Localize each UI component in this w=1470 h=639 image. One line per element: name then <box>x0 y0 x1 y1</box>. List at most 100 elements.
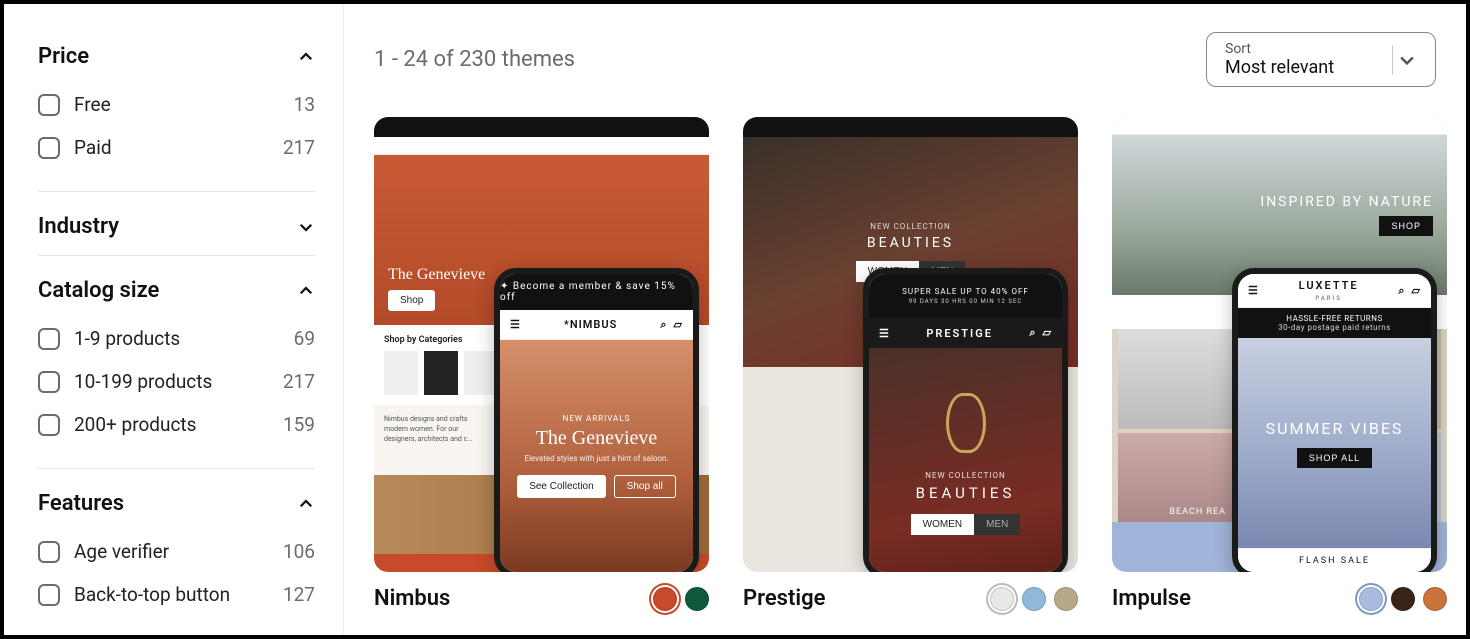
filter-toggle-features[interactable]: Features <box>38 481 315 526</box>
hamburger-icon: ☰ <box>1248 284 1259 297</box>
filter-group-catalog: Catalog size 1-9 products 69 10-199 prod… <box>38 268 315 469</box>
theme-name: Prestige <box>743 586 825 611</box>
mobile-promo-sub: 30-day postage paid returns <box>1278 323 1391 332</box>
mobile-cta-primary: SHOP ALL <box>1297 448 1372 468</box>
option-label: Age verifier <box>74 540 169 563</box>
mobile-preview: ☰ LUXETTE PARIS ⌕ ▱ HASSLE-FREE RETU <box>1232 268 1437 572</box>
color-swatch[interactable] <box>1022 587 1046 611</box>
filter-group-industry: Industry <box>38 204 315 256</box>
desktop-cta: Shop <box>388 290 435 311</box>
chevron-up-icon <box>297 495 315 513</box>
theme-card-nimbus[interactable]: The Genevieve Shop Shop by Categories <box>374 117 709 611</box>
divider <box>38 255 315 256</box>
filter-option-catalog-large[interactable]: 200+ products 159 <box>38 403 315 446</box>
bag-icon: ▱ <box>1412 284 1421 298</box>
option-count: 127 <box>283 583 315 606</box>
hamburger-icon: ☰ <box>510 318 521 331</box>
mobile-cta-primary: WOMEN <box>911 514 974 535</box>
mobile-preview: ✦ Become a member & save 15% off ☰ *NIMB… <box>494 268 699 572</box>
mobile-promo-bar: HASSLE-FREE RETURNS <box>1286 314 1382 323</box>
checkbox[interactable] <box>38 584 60 606</box>
chevron-down-icon <box>297 218 315 236</box>
hamburger-icon: ☰ <box>879 327 890 340</box>
checkbox[interactable] <box>38 137 60 159</box>
hero-title: SUMMER VIBES <box>1266 419 1404 438</box>
chevron-up-icon <box>297 48 315 66</box>
theme-card-impulse[interactable]: INSPIRED BY NATURE SHOP FLASH SALE get 3… <box>1112 117 1447 611</box>
filter-title: Catalog size <box>38 278 159 303</box>
color-swatch[interactable] <box>1391 587 1415 611</box>
color-swatch[interactable] <box>1359 587 1383 611</box>
mobile-countdown: 99 DAYS 30 HRS 00 MIN 12 SEC <box>909 298 1023 305</box>
color-swatch[interactable] <box>653 587 677 611</box>
desktop-hero-tag: NEW COLLECTION <box>870 222 950 231</box>
theme-preview: The Genevieve Shop Shop by Categories <box>374 117 709 572</box>
checkbox[interactable] <box>38 94 60 116</box>
option-count: 106 <box>283 540 315 563</box>
brand-subtitle: PARIS <box>1315 295 1342 302</box>
filter-title: Price <box>38 44 89 69</box>
filter-group-price: Price Free 13 Paid 217 <box>38 34 315 192</box>
brand-logo: *NIMBUS <box>564 318 617 331</box>
option-count: 13 <box>294 93 315 116</box>
filter-toggle-industry[interactable]: Industry <box>38 204 315 249</box>
option-label: Free <box>74 93 111 116</box>
search-icon: ⌕ <box>1398 284 1405 298</box>
bag-icon: ▱ <box>1043 326 1052 340</box>
filter-title: Industry <box>38 214 119 239</box>
desktop-hero-title: BEAUTIES <box>867 235 954 251</box>
filter-option-back-to-top[interactable]: Back-to-top button 127 <box>38 573 315 616</box>
option-count: 159 <box>283 413 315 436</box>
desktop-hero-title: INSPIRED BY NATURE <box>1260 194 1433 211</box>
checkbox[interactable] <box>38 371 60 393</box>
hero-subtitle: Elevated styles with just a hint of salo… <box>524 454 668 463</box>
color-swatches <box>1359 587 1447 611</box>
option-label: 1-9 products <box>74 327 180 350</box>
filter-option-free[interactable]: Free 13 <box>38 83 315 126</box>
filter-option-catalog-small[interactable]: 1-9 products 69 <box>38 317 315 360</box>
hero-tag: NEW ARRIVALS <box>563 414 631 423</box>
checkbox[interactable] <box>38 328 60 350</box>
chevron-down-icon <box>1397 50 1417 70</box>
color-swatches <box>653 587 709 611</box>
option-count: 217 <box>283 136 315 159</box>
theme-card-prestige[interactable]: NEW COLLECTION BEAUTIES WOMEN MEN <box>743 117 1078 611</box>
filter-option-paid[interactable]: Paid 217 <box>38 126 315 169</box>
mobile-footer-strip: FLASH SALE <box>1238 548 1431 572</box>
sort-dropdown[interactable]: Sort Most relevant <box>1206 32 1436 87</box>
color-swatch[interactable] <box>1423 587 1447 611</box>
brand-logo: LUXETTE <box>1299 279 1359 292</box>
mobile-promo-bar: ✦ Become a member & save 15% off <box>500 274 693 310</box>
sort-label: Sort <box>1225 41 1334 57</box>
filter-option-age-verifier[interactable]: Age verifier 106 <box>38 530 315 573</box>
filter-group-features: Features Age verifier 106 Back-to-top bu… <box>38 481 315 632</box>
color-swatches <box>990 587 1078 611</box>
option-label: 10-199 products <box>74 370 212 393</box>
color-swatch[interactable] <box>990 587 1014 611</box>
desktop-cta: SHOP <box>1379 216 1433 236</box>
option-count: 69 <box>294 327 315 350</box>
option-label: Paid <box>74 136 112 159</box>
brand-logo: PRESTIGE <box>926 327 993 340</box>
theme-preview: NEW COLLECTION BEAUTIES WOMEN MEN <box>743 117 1078 572</box>
checkbox[interactable] <box>38 541 60 563</box>
bag-icon: ▱ <box>674 318 683 332</box>
result-count: 1 - 24 of 230 themes <box>374 47 575 72</box>
filter-toggle-catalog[interactable]: Catalog size <box>38 268 315 313</box>
color-swatch[interactable] <box>1054 587 1078 611</box>
mobile-preview: SUPER SALE UP TO 40% OFF 99 DAYS 30 HRS … <box>863 268 1068 572</box>
filter-option-catalog-medium[interactable]: 10-199 products 217 <box>38 360 315 403</box>
mobile-cta-primary: See Collection <box>517 475 605 498</box>
divider <box>38 468 315 469</box>
filter-toggle-price[interactable]: Price <box>38 34 315 79</box>
filter-title: Features <box>38 491 124 516</box>
search-icon: ⌕ <box>1029 326 1036 340</box>
results-topbar: 1 - 24 of 230 themes Sort Most relevant <box>374 32 1436 87</box>
desktop-hero-title: The Genevieve <box>388 266 485 284</box>
theme-name: Impulse <box>1112 586 1191 611</box>
theme-browser: Price Free 13 Paid 217 <box>0 0 1470 639</box>
checkbox[interactable] <box>38 414 60 436</box>
theme-preview: INSPIRED BY NATURE SHOP FLASH SALE get 3… <box>1112 117 1447 572</box>
color-swatch[interactable] <box>685 587 709 611</box>
theme-name: Nimbus <box>374 586 450 611</box>
